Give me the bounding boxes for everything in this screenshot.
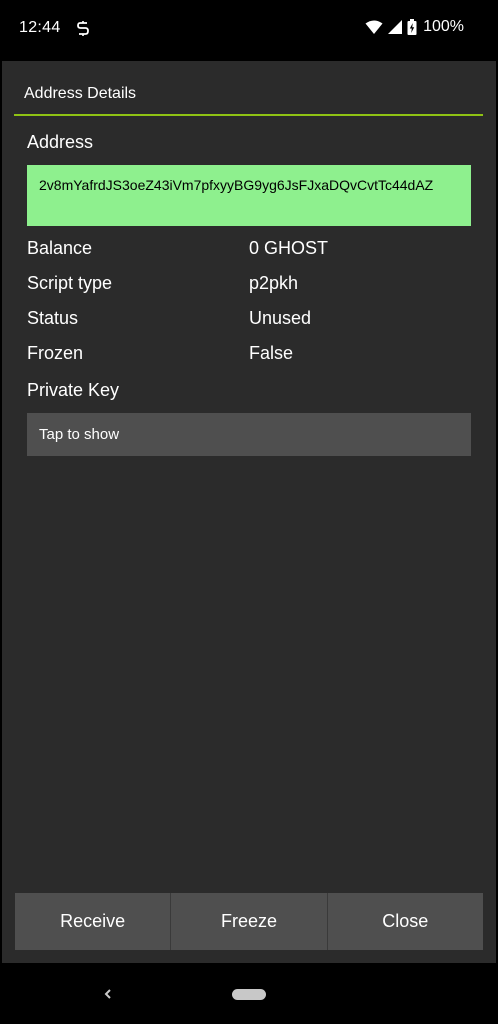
s-notification-icon (77, 21, 89, 36)
battery-percent: 100% (423, 18, 464, 35)
signal-icon (388, 20, 403, 34)
frozen-value: False (249, 343, 294, 363)
address-details-dialog: Address Details Address 2v8mYafrdJS3oeZ4… (2, 61, 496, 963)
status-time: 12:44 (19, 19, 61, 36)
dialog-button-bar: Receive Freeze Close (15, 893, 483, 950)
dialog-title: Address Details (24, 85, 137, 102)
private-key-label: Private Key (27, 380, 120, 400)
freeze-button[interactable]: Freeze (171, 893, 328, 950)
battery-icon (407, 19, 417, 35)
home-pill-button[interactable] (232, 989, 266, 1000)
script-type-value: p2pkh (249, 273, 299, 293)
back-icon[interactable] (101, 986, 115, 1002)
status-row: Status Unused (27, 308, 471, 332)
status-label: Status (27, 308, 79, 328)
address-value[interactable]: 2v8mYafrdJS3oeZ43iVm7pfxyyBG9yg6JsFJxaDQ… (27, 165, 471, 226)
balance-value: 0 GHOST (249, 238, 329, 258)
frozen-label: Frozen (27, 343, 84, 363)
navigation-bar (0, 964, 498, 1024)
status-value: Unused (249, 308, 312, 328)
status-icons: 100% (365, 18, 464, 36)
status-bar: 12:44 100% (0, 0, 498, 60)
balance-row: Balance 0 GHOST (27, 238, 471, 262)
frozen-row: Frozen False (27, 343, 471, 367)
address-label: Address (27, 132, 94, 152)
wifi-icon (365, 20, 383, 34)
private-key-reveal-button[interactable]: Tap to show (27, 413, 471, 456)
receive-button[interactable]: Receive (15, 893, 172, 950)
script-type-row: Script type p2pkh (27, 273, 471, 297)
balance-label: Balance (27, 238, 93, 258)
close-button[interactable]: Close (327, 893, 483, 950)
title-divider (14, 114, 483, 116)
script-type-label: Script type (27, 273, 113, 293)
